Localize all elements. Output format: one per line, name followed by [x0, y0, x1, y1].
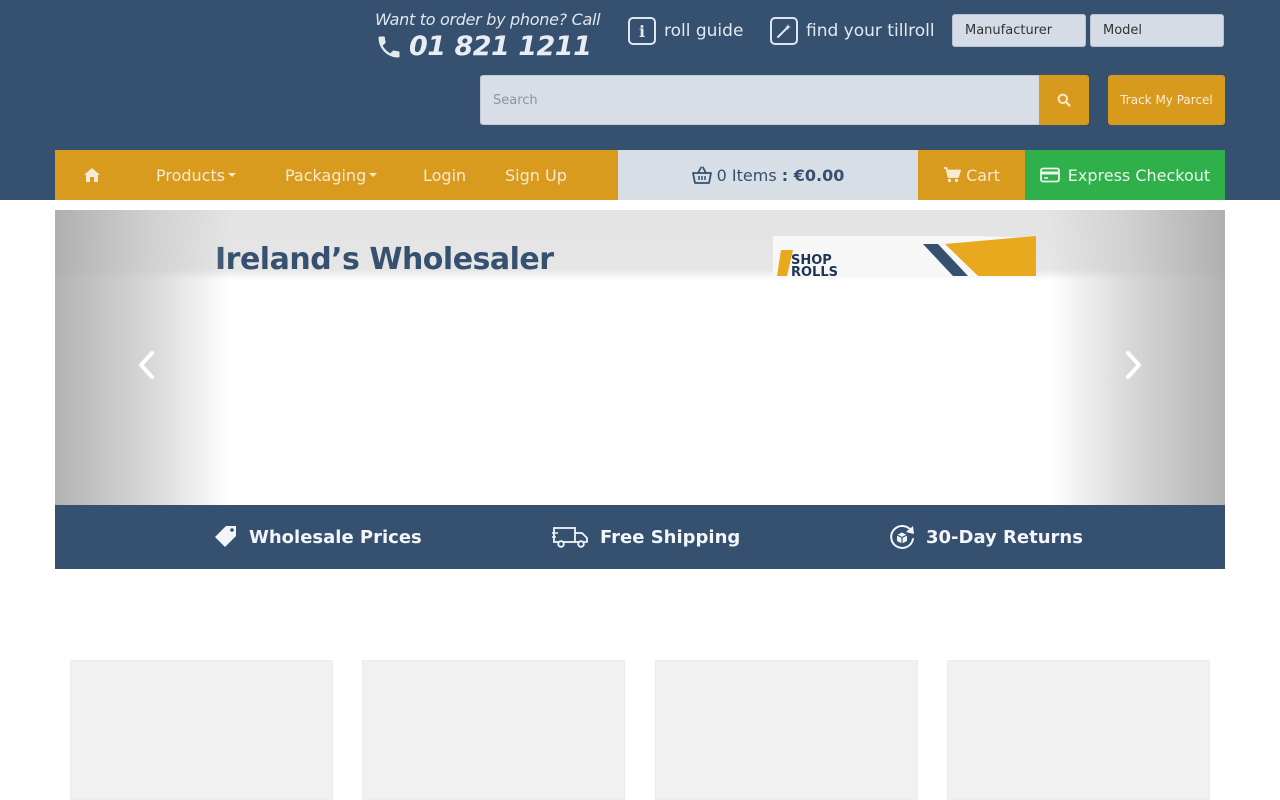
chevron-right-icon[interactable] — [1121, 350, 1145, 380]
cart-button[interactable]: Cart — [918, 150, 1025, 200]
shopping-cart-icon — [944, 167, 961, 183]
roll-guide-label: roll guide — [664, 21, 744, 41]
nav-menu: Products Packaging Login Sign Up — [55, 150, 618, 200]
shop-rolls-logo: SHOP ROLLS — [773, 236, 1036, 276]
find-tillroll-link[interactable]: find your tillroll — [770, 17, 935, 45]
main-navbar: Products Packaging Login Sign Up 0 Items… — [55, 150, 1225, 200]
returns-box-icon — [890, 525, 914, 549]
phone-icon — [378, 36, 400, 57]
benefit-label: Wholesale Prices — [249, 526, 422, 548]
basket-icon — [691, 166, 712, 184]
benefit-free-shipping: Free Shipping — [552, 505, 740, 569]
product-card[interactable] — [947, 660, 1210, 800]
hero-carousel: Ireland’s Wholesaler SHOP ROLLS — [55, 210, 1225, 505]
nav-signup[interactable]: Sign Up — [505, 150, 567, 200]
chevron-down-icon — [369, 173, 378, 177]
phone-prompt-text: Want to order by phone? Call — [375, 10, 601, 29]
logo-text-rolls: ROLLS — [791, 265, 838, 276]
model-select-value: Model — [1103, 23, 1143, 38]
cart-summary[interactable]: 0 Items : €0.00 — [618, 150, 918, 200]
cart-label: Cart — [966, 165, 1000, 185]
product-card[interactable] — [362, 660, 625, 800]
benefit-returns: 30-Day Returns — [888, 505, 1083, 569]
nav-products-label: Products — [156, 165, 226, 185]
banner-title: Ireland’s Wholesaler — [215, 242, 554, 277]
product-card[interactable] — [70, 660, 333, 800]
search-button[interactable] — [1039, 75, 1089, 125]
price-tag-icon — [215, 526, 236, 547]
magic-wand-icon — [770, 17, 798, 45]
product-card[interactable] — [655, 660, 918, 800]
nav-login-label: Login — [423, 165, 467, 185]
find-tillroll-label: find your tillroll — [806, 21, 935, 41]
nav-signup-label: Sign Up — [505, 165, 567, 185]
benefit-label: 30-Day Returns — [926, 526, 1083, 548]
benefits-bar: Wholesale Prices Free Shipping 30-Day Re… — [55, 505, 1225, 569]
phone-line[interactable]: 01 821 1211 — [375, 31, 615, 62]
model-select[interactable]: Model — [1090, 14, 1224, 47]
cart-item-count: 0 Items — [716, 165, 777, 185]
delivery-truck-icon — [552, 527, 588, 548]
chevron-left-icon[interactable] — [135, 350, 159, 380]
express-checkout-button[interactable]: Express Checkout — [1025, 150, 1225, 200]
nav-home[interactable] — [83, 150, 101, 200]
info-icon: i — [628, 17, 656, 45]
credit-card-icon — [1039, 167, 1060, 183]
nav-packaging-label: Packaging — [285, 165, 367, 185]
nav-packaging[interactable]: Packaging — [285, 150, 378, 200]
nav-login[interactable]: Login — [423, 150, 466, 200]
benefit-label: Free Shipping — [600, 526, 741, 548]
track-parcel-button[interactable]: Track My Parcel — [1108, 75, 1225, 125]
phone-order-block: Want to order by phone? Call 01 821 1211 — [375, 10, 615, 62]
home-icon — [84, 168, 100, 182]
nav-products[interactable]: Products — [156, 150, 237, 200]
express-checkout-label: Express Checkout — [1067, 165, 1211, 185]
search-input[interactable] — [480, 75, 1040, 125]
cart-total: : €0.00 — [781, 165, 845, 185]
roll-guide-link[interactable]: i roll guide — [628, 17, 743, 45]
manufacturer-select-value: Manufacturer — [965, 23, 1053, 38]
benefit-wholesale-prices: Wholesale Prices — [213, 505, 422, 569]
manufacturer-select[interactable]: Manufacturer — [952, 14, 1086, 47]
search-icon — [1057, 93, 1071, 107]
chevron-down-icon — [228, 173, 237, 177]
phone-number[interactable]: 01 821 1211 — [409, 31, 592, 62]
site-header: Want to order by phone? Call 01 821 1211… — [0, 0, 1280, 200]
